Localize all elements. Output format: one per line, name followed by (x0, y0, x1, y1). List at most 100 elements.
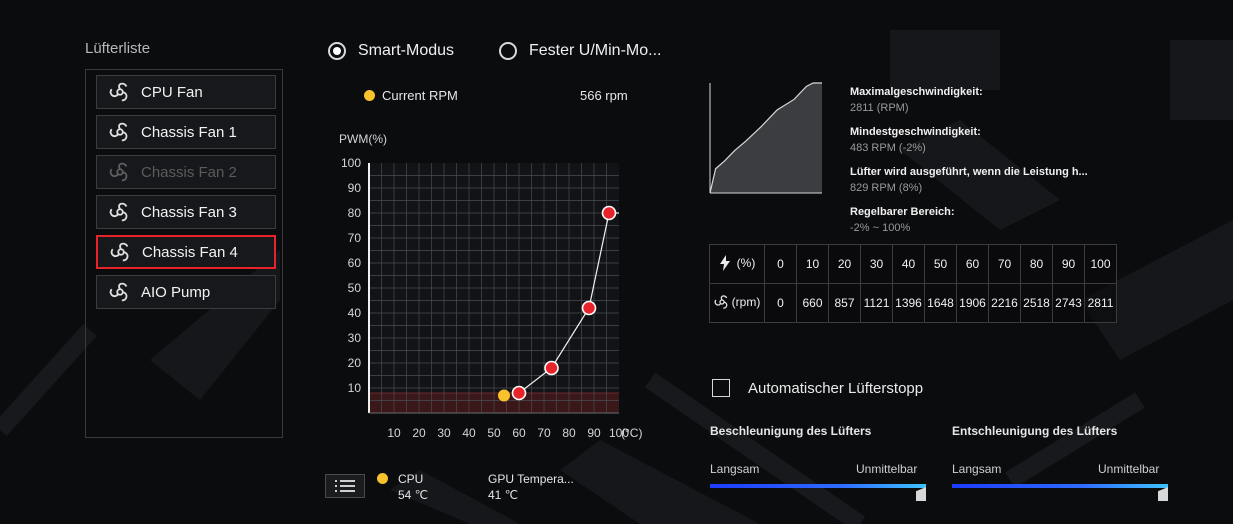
table-cell: 60 (956, 244, 989, 284)
fan-item-label: Chassis Fan 4 (142, 243, 238, 261)
fan-icon (109, 81, 131, 103)
deceleration-title: Entschleunigung des Lüfters (952, 424, 1118, 438)
list-icon (335, 480, 355, 492)
gpu-temperature-value: 41 ℃ (488, 488, 519, 502)
deceleration-slider[interactable] (952, 484, 1168, 488)
y-tick-label: 100 (341, 156, 361, 170)
fan-item-label: CPU Fan (141, 83, 203, 101)
current-rpm-value: 566 rpm (580, 88, 628, 103)
curve-control-point[interactable] (511, 385, 527, 401)
percent-header-cell: (%) (709, 244, 765, 284)
x-tick-label: 60 (512, 426, 526, 440)
fan-item-chassis-fan-4[interactable]: Chassis Fan 4 (96, 235, 276, 269)
table-cell: 90 (1052, 244, 1085, 284)
table-cell: 1648 (924, 283, 957, 323)
rpm-header-label: (rpm) (731, 294, 761, 309)
table-row-rpm: (rpm) 0 660 857 1121 1396 1648 1906 2216… (709, 283, 1117, 323)
fan-icon (110, 241, 132, 263)
auto-fan-stop-checkbox[interactable] (712, 379, 730, 397)
x-axis-label: (°C) (621, 426, 642, 440)
curve-control-point[interactable] (581, 300, 597, 316)
table-cell: 100 (1084, 244, 1117, 284)
table-cell: 2518 (1020, 283, 1053, 323)
percent-header-label: (%) (736, 255, 756, 270)
fan-curve-chart[interactable]: 10203040506070809010010 20 30 40 50 60 70 80 90 1… (325, 125, 665, 445)
acceleration-slider[interactable] (710, 484, 926, 488)
table-cell: 1396 (892, 283, 925, 323)
current-rpm-label: Current RPM (382, 88, 458, 103)
acceleration-slider-thumb[interactable] (916, 487, 926, 501)
max-speed-value: 2811 (RPM) (850, 102, 909, 114)
fan-item-chassis-fan-2[interactable]: Chassis Fan 2 (96, 155, 276, 189)
cpu-temperature-value: 54 ℃ (398, 488, 429, 502)
y-tick-label: 60 (348, 256, 362, 270)
min-speed-label: Mindestgeschwindigkeit: (850, 126, 981, 138)
lightning-icon (719, 254, 730, 271)
table-cell: 80 (1020, 244, 1053, 284)
y-tick-label: 10 (348, 381, 362, 395)
y-tick-label: 80 (348, 206, 362, 220)
x-tick-label: 40 (462, 426, 476, 440)
temperature-source-button[interactable] (325, 474, 365, 498)
table-cell: 2743 (1052, 283, 1085, 323)
current-temperature-point (498, 389, 510, 402)
control-range-value: -2% ~ 100% (850, 222, 911, 234)
x-tick-label: 10 (387, 426, 401, 440)
table-cell: 40 (892, 244, 925, 284)
curve-control-point[interactable] (601, 205, 617, 221)
radio-selected-icon (328, 42, 346, 60)
fan-icon (109, 201, 131, 223)
x-tick-label: 30 (437, 426, 451, 440)
table-cell: 0 (764, 283, 797, 323)
y-tick-label: 40 (348, 306, 362, 320)
table-cell: 70 (988, 244, 1021, 284)
table-cell: 1906 (956, 283, 989, 323)
fan-item-label: Chassis Fan 1 (141, 123, 237, 141)
smart-mode-radio[interactable]: Smart-Modus (328, 42, 454, 60)
cpu-source-dot (377, 473, 388, 484)
run-threshold-label: Lüfter wird ausgeführt, wenn die Leistun… (850, 166, 1088, 178)
y-tick-label: 20 (348, 356, 362, 370)
curve-control-point[interactable] (544, 360, 559, 376)
y-tick-label: 50 (348, 281, 362, 295)
current-rpm-legend: Current RPM (364, 88, 458, 103)
deceleration-fast-label: Unmittelbar (1098, 462, 1160, 476)
fan-icon (109, 121, 131, 143)
fan-item-cpu-fan[interactable]: CPU Fan (96, 75, 276, 109)
table-cell: 660 (796, 283, 829, 323)
gpu-source-label: GPU Tempera... (488, 472, 574, 486)
fixed-rpm-mode-radio[interactable]: Fester U/Min-Mo... (499, 42, 661, 60)
table-cell: 20 (828, 244, 861, 284)
x-tick-label: 80 (562, 426, 576, 440)
rpm-header-cell: (rpm) (709, 283, 765, 323)
fan-item-chassis-fan-1[interactable]: Chassis Fan 1 (96, 115, 276, 149)
deceleration-slider-thumb[interactable] (1158, 487, 1168, 501)
deceleration-slow-label: Langsam (952, 462, 1002, 476)
current-rpm-dot (364, 90, 375, 101)
fixed-rpm-mode-label: Fester U/Min-Mo... (529, 42, 662, 59)
run-threshold-value: 829 RPM (8%) (850, 182, 923, 194)
fan-item-chassis-fan-3[interactable]: Chassis Fan 3 (96, 195, 276, 229)
fan-icon (109, 281, 131, 303)
x-tick-label: 20 (412, 426, 426, 440)
control-range-label: Regelbarer Bereich: (850, 206, 955, 218)
radio-unselected-icon (499, 42, 517, 60)
table-cell: 2216 (988, 283, 1021, 323)
acceleration-fast-label: Unmittelbar (856, 462, 918, 476)
acceleration-title: Beschleunigung des Lüfters (710, 424, 872, 438)
x-tick-label: 50 (487, 426, 501, 440)
table-cell: 30 (860, 244, 893, 284)
x-tick-label: 70 (537, 426, 551, 440)
fan-icon (109, 161, 131, 183)
y-tick-label: 90 (348, 181, 362, 195)
max-speed-label: Maximalgeschwindigkeit: (850, 86, 983, 98)
mini-chart-area (710, 83, 822, 193)
fan-item-aio-pump[interactable]: AIO Pump (96, 275, 276, 309)
table-cell: 1121 (860, 283, 893, 323)
rpm-range-mini-chart (709, 82, 822, 194)
fan-item-label: Chassis Fan 3 (141, 203, 237, 221)
fan-item-label: AIO Pump (141, 283, 211, 301)
fan-list-title: Lüfterliste (85, 40, 151, 57)
smart-mode-label: Smart-Modus (358, 42, 455, 59)
acceleration-slow-label: Langsam (710, 462, 760, 476)
